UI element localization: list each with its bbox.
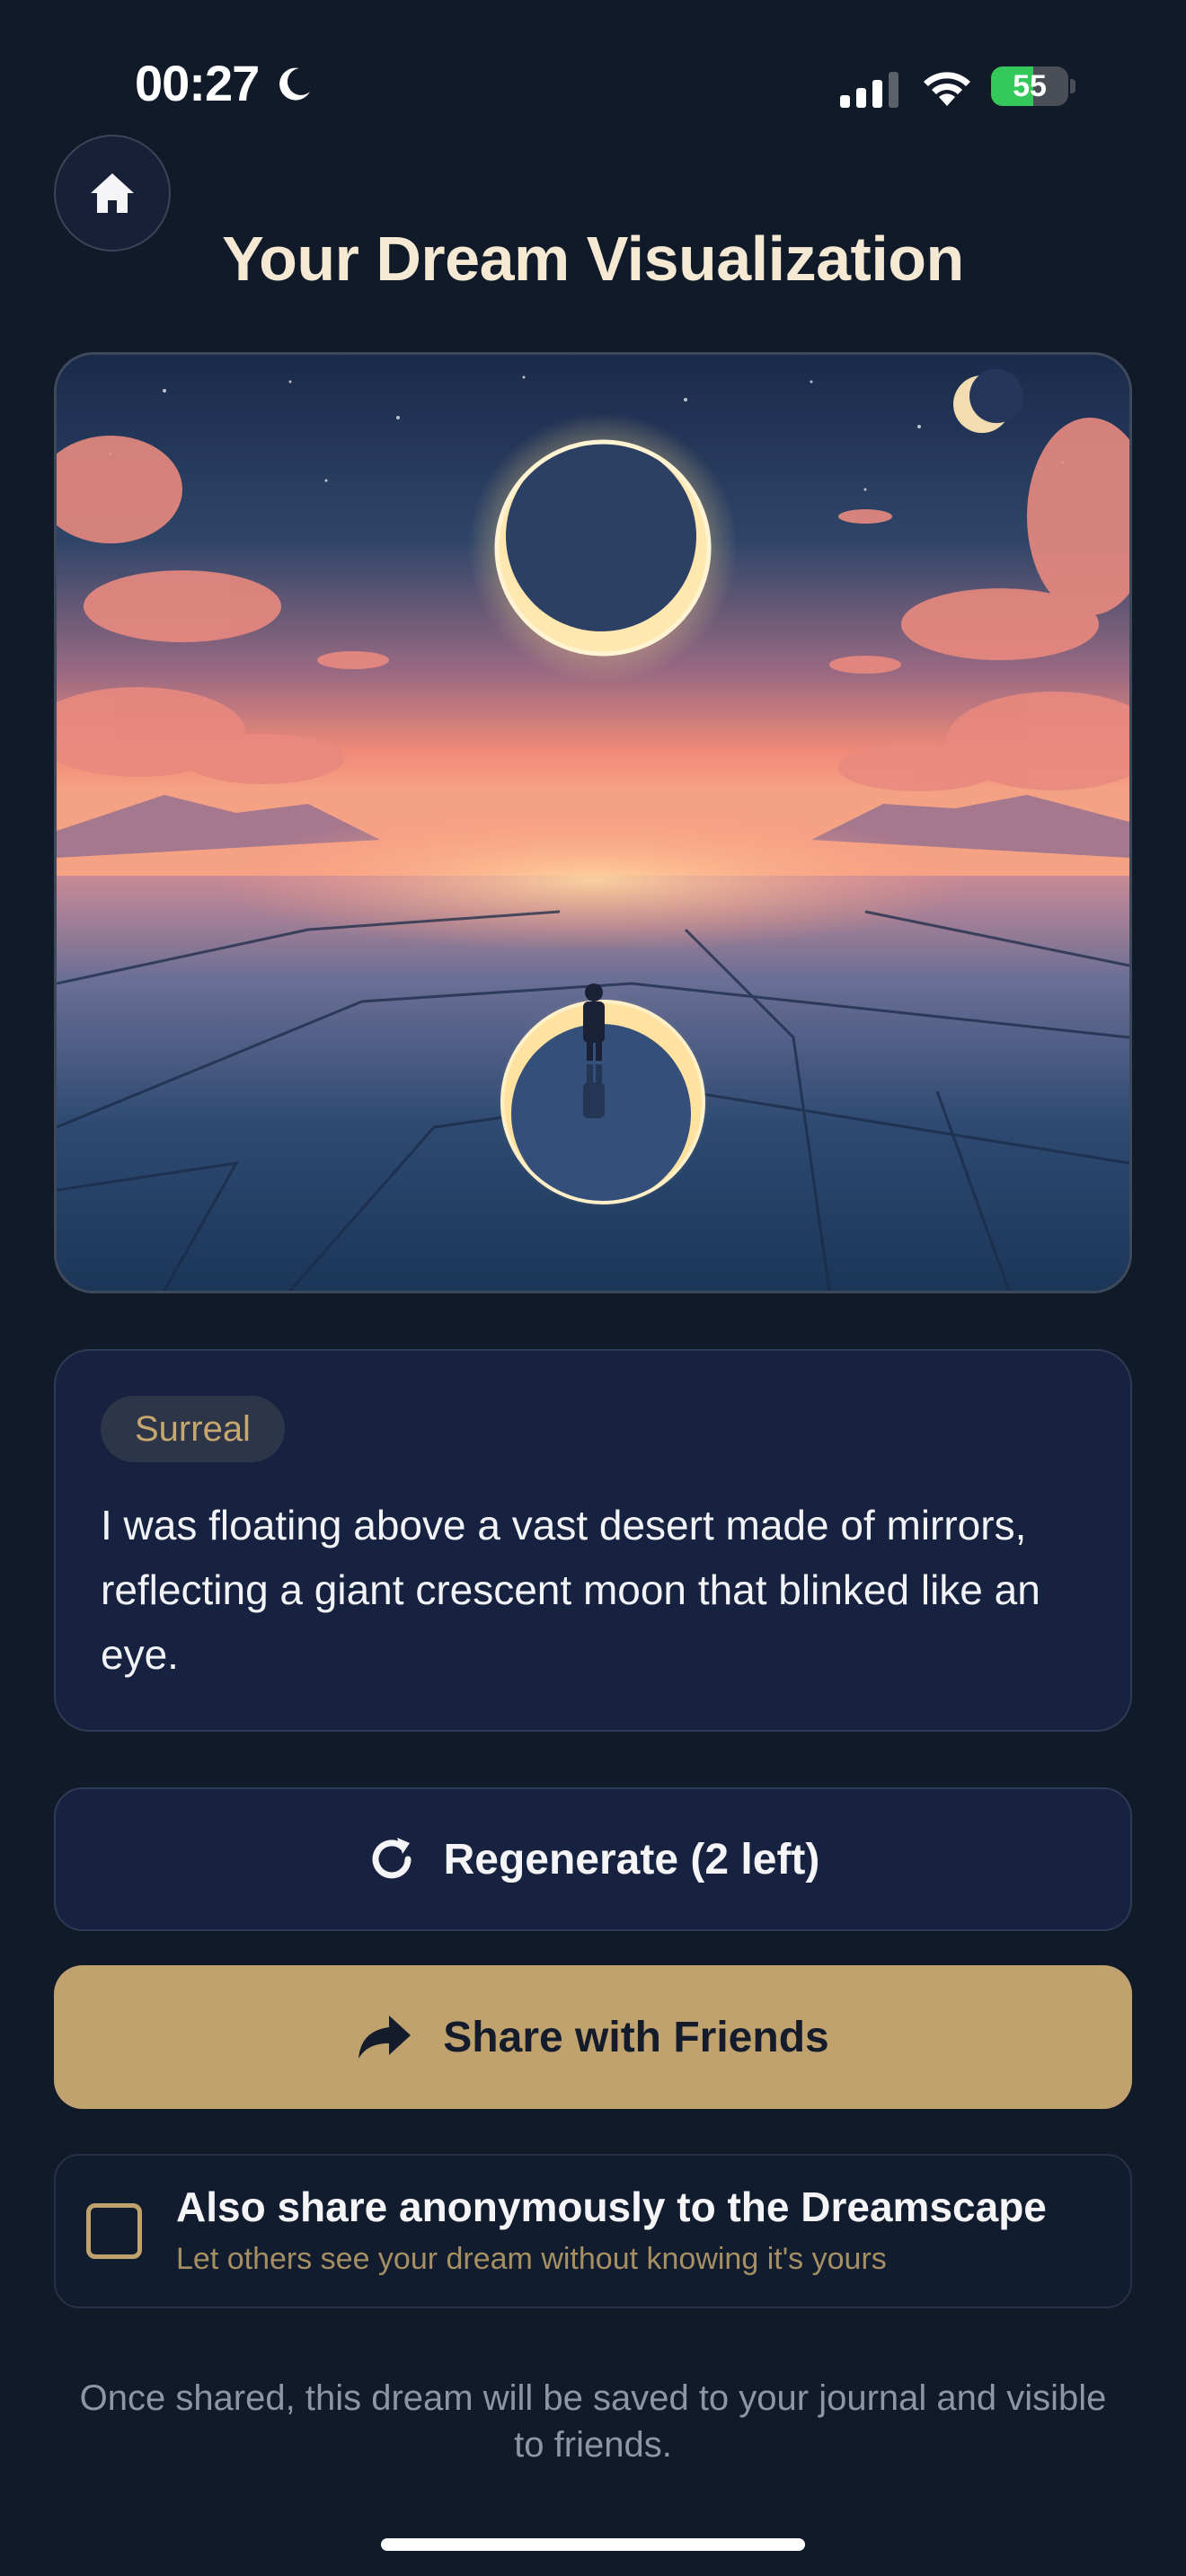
battery-percent: 55 xyxy=(1013,69,1047,103)
share-arrow-icon xyxy=(358,2016,412,2059)
regenerate-label: Regenerate (2 left) xyxy=(443,1835,820,1883)
share-with-friends-button[interactable]: Share with Friends xyxy=(54,1965,1132,2109)
signal-icon xyxy=(840,72,898,108)
anonymous-share-checkbox[interactable] xyxy=(86,2203,142,2259)
moon-icon xyxy=(279,67,310,101)
home-indicator[interactable] xyxy=(381,2538,805,2551)
anonymous-share-subtitle: Let others see your dream without knowin… xyxy=(176,2242,887,2276)
dream-illustration xyxy=(57,355,1129,1291)
anonymous-share-option[interactable]: Also share anonymously to the Dreamscape… xyxy=(54,2154,1132,2308)
battery-body: 55 xyxy=(991,66,1068,106)
anonymous-share-title: Also share anonymously to the Dreamscape xyxy=(176,2183,1047,2230)
wifi-icon xyxy=(924,72,970,106)
status-time: 00:27 xyxy=(135,55,260,111)
dream-text: I was floating above a vast desert made … xyxy=(101,1502,1040,1678)
dream-tag: Surreal xyxy=(101,1396,285,1462)
dream-image xyxy=(54,352,1132,1293)
battery-cap xyxy=(1070,79,1075,93)
share-label: Share with Friends xyxy=(443,2013,829,2061)
status-bar: 00:27 55 xyxy=(0,0,1186,171)
battery-icon: 55 xyxy=(991,66,1075,106)
footer-note: Once shared, this dream will be saved to… xyxy=(79,2378,1107,2465)
dream-description-card: Surreal I was floating above a vast dese… xyxy=(54,1349,1132,1732)
refresh-icon xyxy=(372,1838,412,1879)
regenerate-button[interactable]: Regenerate (2 left) xyxy=(54,1787,1132,1931)
page-title: Your Dream Visualization xyxy=(222,224,964,294)
dream-visualization-screen: 00:27 55 Your Dream Visualization Surrea… xyxy=(0,0,1186,2576)
home-icon xyxy=(91,173,134,213)
